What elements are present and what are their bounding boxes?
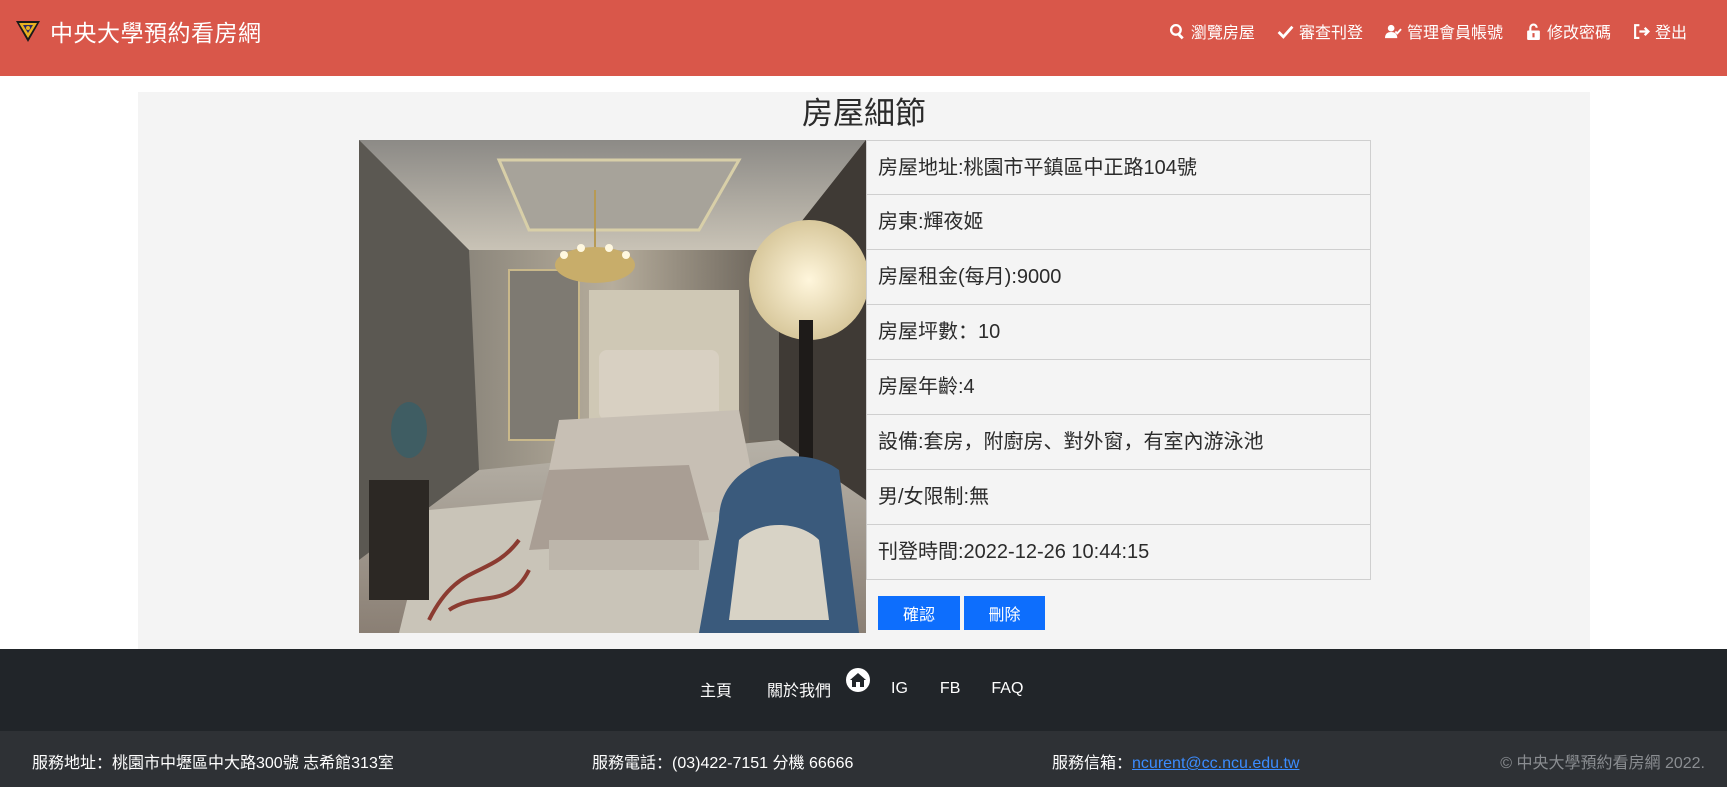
university-logo-icon [14,17,42,45]
sign-out-icon [1634,23,1650,39]
footer-email-link[interactable]: ncurent@cc.ncu.edu.tw [1132,755,1299,772]
brand-name: 中央大學預約看房網 [50,20,262,46]
footer-email-label: 服務信箱： [1052,755,1133,772]
action-buttons: 確認 刪除 [878,596,1045,630]
detail-post-time: 刊登時間:2022-12-26 10:44:15 [866,525,1371,580]
header: 中央大學預約看房網 瀏覽房屋 審查刊登 管理會員帳號 修改密碼 登出 [0,0,1727,76]
user-check-icon [1384,24,1402,38]
footer-email-block: 服務信箱：ncurent@cc.ncu.edu.tw [1052,749,1299,773]
nav-label: 審查刊登 [1298,25,1363,42]
nav-browse-houses[interactable]: 瀏覽房屋 [1169,19,1255,43]
footer-link-about[interactable]: 關於我們 [767,677,831,701]
house-details-list: 房屋地址:桃園市平鎮區中正路104號 房東:輝夜姬 房屋租金(每月):9000 … [866,140,1371,580]
detail-rent: 房屋租金(每月):9000 [866,250,1371,305]
detail-facilities: 設備:套房，附廚房、對外窗，有室內游泳池 [866,415,1371,470]
footer-link-fb[interactable]: FB [940,680,960,698]
footer-link-ig[interactable]: IG [891,680,908,698]
detail-landlord: 房東:輝夜姬 [866,195,1371,250]
nav-change-password[interactable]: 修改密碼 [1525,19,1611,43]
detail-address: 房屋地址:桃園市平鎮區中正路104號 [866,140,1371,195]
house-detail-panel: 房屋細節 房屋地址:桃園市平鎮區中正路104號 房東:輝夜姬 房屋租金(每月):… [138,92,1590,649]
detail-age: 房屋年齡:4 [866,360,1371,415]
nav-label: 管理會員帳號 [1406,25,1503,42]
top-nav: 瀏覽房屋 審查刊登 管理會員帳號 修改密碼 登出 [1169,16,1687,46]
footer-copyright: © 中央大學預約看房網 2022. [1500,755,1705,772]
footer-nav: 主頁 關於我們 IG FB FAQ [0,649,1727,731]
page-title: 房屋細節 [802,96,926,131]
brand[interactable]: 中央大學預約看房網 [14,14,262,48]
confirm-button[interactable]: 確認 [878,596,960,630]
nav-label: 修改密碼 [1546,25,1611,42]
footer-link-home[interactable]: 主頁 [700,677,732,701]
house-logo-icon [845,667,871,698]
footer-links: 主頁 關於我們 IG FB FAQ [700,667,1023,709]
nav-manage-accounts[interactable]: 管理會員帳號 [1384,19,1503,43]
footer-link-faq[interactable]: FAQ [991,680,1023,698]
house-photo [359,140,866,633]
nav-label: 登出 [1654,25,1687,42]
delete-button[interactable]: 刪除 [964,596,1045,630]
nav-logout[interactable]: 登出 [1633,19,1687,43]
footer-info: 服務地址：桃園市中壢區中大路300號 志希館313室 服務電話：(03)422-… [0,731,1727,787]
detail-size: 房屋坪數：10 [866,305,1371,360]
check-icon [1277,25,1294,39]
footer-address: 服務地址：桃園市中壢區中大路300號 志希館313室 [32,755,394,772]
footer-phone: 服務電話：(03)422-7151 分機 66666 [592,755,854,772]
unlock-icon [1527,23,1540,40]
search-icon [1169,23,1184,39]
nav-label: 瀏覽房屋 [1190,25,1255,42]
detail-gender-restriction: 男/女限制:無 [866,470,1371,525]
nav-review-listings[interactable]: 審查刊登 [1277,19,1363,43]
